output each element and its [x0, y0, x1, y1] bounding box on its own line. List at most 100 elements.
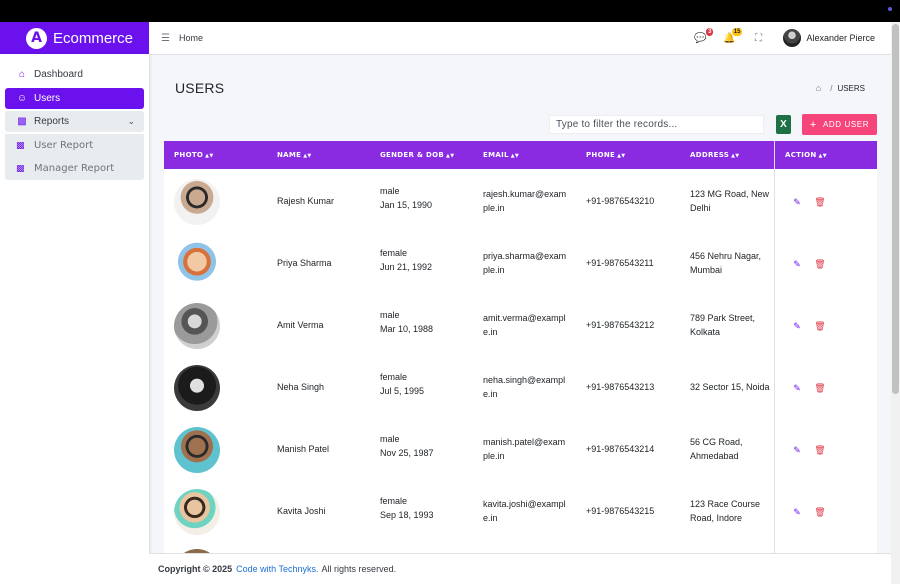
user-address: 123 Race Course	[690, 499, 761, 509]
status-dot	[888, 7, 892, 11]
user-email-cont: e.in	[483, 327, 498, 337]
user-dob: Jul 5, 1995	[380, 386, 425, 396]
column-header-gender-dob[interactable]: GENDER & DOB ▲▼	[380, 151, 454, 159]
column-header-name[interactable]: NAME ▲▼	[277, 151, 312, 159]
user-phone: +91-9876543212	[586, 320, 655, 330]
add-user-label: ADD USER	[822, 120, 870, 129]
user-dob: Jun 21, 1992	[380, 262, 433, 272]
trash-icon[interactable]: 🗑	[813, 443, 827, 457]
user-menu[interactable]: Alexander Pierce	[783, 29, 875, 47]
sidebar-item-users[interactable]: ☺ Users	[5, 88, 144, 109]
table-row: Manish Patel male Nov 25, 1987 manish.pa…	[164, 419, 877, 481]
sidebar-item-user-report[interactable]: ▩ User Report	[5, 135, 144, 156]
user-dob: Mar 10, 1988	[380, 324, 434, 334]
user-email-cont: e.in	[483, 389, 498, 399]
sidebar-item-dashboard[interactable]: ⌂ Dashboard	[5, 64, 144, 85]
user-phone: +91-9876543214	[586, 444, 655, 454]
notifications-bell-icon[interactable]: 🔔 15	[722, 28, 743, 45]
add-user-button[interactable]: + ADD USER	[802, 114, 877, 135]
user-email-cont: ple.in	[483, 203, 505, 213]
trash-icon[interactable]: 🗑	[813, 257, 827, 271]
rights-text: All rights reserved.	[321, 564, 397, 574]
users-icon: ☺	[16, 93, 28, 104]
user-address: 456 Nehru Nagar,	[690, 251, 762, 261]
table-row: Amit Verma male Mar 10, 1988 amit.verma@…	[164, 295, 877, 357]
user-address-cont: Delhi	[690, 203, 711, 213]
user-email: manish.patel@exam	[483, 437, 566, 447]
breadcrumb: ⌂ / USERS	[816, 83, 865, 93]
column-header-action[interactable]: ACTION ▲▼	[785, 151, 827, 159]
trash-icon[interactable]: 🗑	[813, 505, 827, 519]
edit-icon[interactable]: ✎	[790, 195, 804, 209]
scrollbar-thumb[interactable]	[892, 24, 899, 394]
copyright-text: Copyright © 2025	[158, 564, 233, 574]
sidebar-item-label: Dashboard	[34, 69, 83, 80]
user-name: Alexander Pierce	[806, 33, 875, 43]
sidebar-item-reports[interactable]: ▩ Reports ⌄	[5, 111, 144, 132]
user-photo	[174, 489, 220, 535]
breadcrumb-separator: /	[830, 83, 833, 93]
user-email-cont: ple.in	[483, 451, 505, 461]
sidebar-item-label: Users	[34, 93, 61, 104]
user-phone: +91-9876543211	[586, 258, 654, 268]
edit-icon[interactable]: ✎	[790, 505, 804, 519]
user-phone: +91-9876543210	[586, 196, 655, 206]
user-address: 56 CG Road,	[690, 437, 743, 447]
user-photo	[174, 365, 220, 411]
brand-logo: A	[26, 27, 47, 49]
user-address-cont: Kolkata	[690, 327, 721, 337]
user-photo	[174, 303, 220, 349]
breadcrumb-current: USERS	[837, 83, 865, 93]
user-name: Amit Verma	[277, 320, 324, 330]
edit-icon[interactable]: ✎	[790, 257, 804, 271]
home-link[interactable]: Home	[179, 33, 203, 43]
table-row: Priya Sharma female Jun 21, 1992 priya.s…	[164, 233, 877, 295]
edit-icon[interactable]: ✎	[790, 319, 804, 333]
user-gender: male	[380, 310, 400, 320]
footer-link[interactable]: Code with Technyks.	[236, 564, 318, 574]
user-name: Rajesh Kumar	[277, 196, 335, 206]
user-name: Neha Singh	[277, 382, 325, 392]
page-scrollbar[interactable]	[891, 22, 900, 584]
brand-logo-letter: A	[31, 30, 42, 46]
user-phone: +91-9876543213	[586, 382, 655, 392]
home-icon[interactable]: ⌂	[816, 83, 821, 93]
filter-input[interactable]	[549, 115, 764, 134]
column-header-email[interactable]: EMAIL ▲▼	[483, 151, 519, 159]
user-email: rajesh.kumar@exam	[483, 189, 567, 199]
users-table: PHOTO ▲▼ NAME ▲▼ GENDER & DOB ▲▼ EMAIL ▲▼ PH…	[164, 141, 877, 553]
top-navbar: ☰ Home 💬 3 🔔 15 ⛶ Alexander Pierce	[149, 22, 891, 55]
user-dob: Jan 15, 1990	[380, 200, 433, 210]
user-address: 32 Sector 15, Noida	[690, 382, 770, 392]
user-photo	[174, 179, 220, 225]
messages-badge: 3	[706, 28, 714, 36]
table-row: Kavita Joshi female Sep 18, 1993 kavita.…	[164, 481, 877, 543]
hamburger-menu-icon[interactable]: ☰	[161, 33, 171, 44]
column-header-photo[interactable]: PHOTO ▲▼	[174, 151, 213, 159]
edit-icon[interactable]: ✎	[790, 443, 804, 457]
sidebar-item-manager-report[interactable]: ▩ Manager Report	[5, 158, 144, 179]
brand-name: Ecommerce	[53, 29, 134, 47]
fullscreen-icon[interactable]: ⛶	[751, 31, 765, 45]
bar-chart-icon: ▩	[16, 163, 25, 174]
table-row: Neha Singh female Jul 5, 1995 neha.singh…	[164, 357, 877, 419]
user-email-cont: ple.in	[483, 265, 505, 275]
user-name: Manish Patel	[277, 444, 330, 454]
trash-icon[interactable]: 🗑	[813, 195, 827, 209]
chevron-down-icon: ⌄	[127, 116, 135, 126]
trash-icon[interactable]: 🗑	[813, 319, 827, 333]
page-title: USERS	[175, 80, 225, 96]
column-header-address[interactable]: ADDRESS ▲▼	[690, 151, 739, 159]
user-address-cont: Road, Indore	[690, 513, 743, 523]
footer: Copyright © 2025 Code with Technyks. All…	[149, 553, 891, 584]
user-gender: female	[380, 496, 408, 506]
column-header-phone[interactable]: PHONE ▲▼	[586, 151, 625, 159]
bar-chart-icon: ▩	[17, 116, 27, 127]
export-excel-button[interactable]: X	[776, 115, 791, 134]
user-phone: +91-9876543215	[586, 506, 655, 516]
user-photo	[174, 427, 220, 473]
messages-icon[interactable]: 💬 3	[693, 28, 714, 45]
trash-icon[interactable]: 🗑	[813, 381, 827, 395]
brand[interactable]: A Ecommerce	[0, 22, 149, 54]
edit-icon[interactable]: ✎	[790, 381, 804, 395]
